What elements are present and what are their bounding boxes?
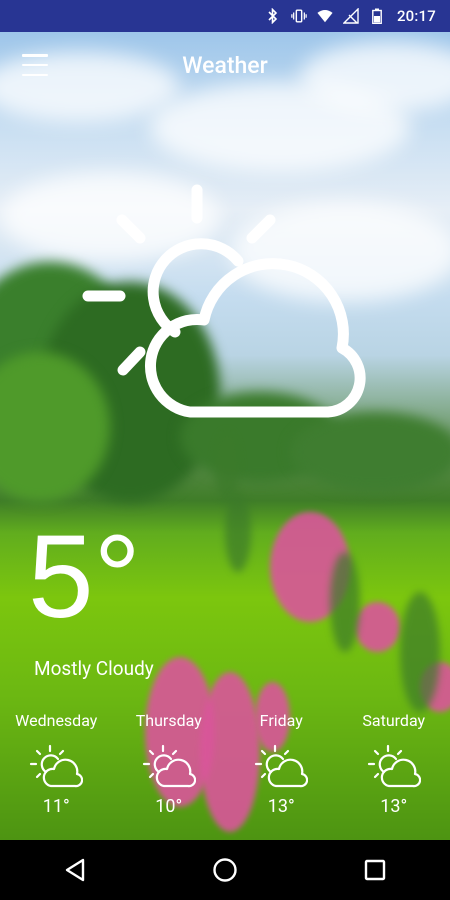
forecast-day: Saturday 13°	[338, 708, 450, 828]
partly-cloudy-icon	[367, 744, 421, 788]
navigation-bar	[0, 840, 450, 900]
partly-cloudy-icon	[82, 184, 366, 418]
wifi-icon	[317, 8, 333, 24]
home-icon[interactable]	[195, 840, 255, 900]
forecast-day-name: Thursday	[135, 711, 202, 730]
partly-cloudy-icon	[142, 744, 196, 788]
no-signal-icon	[342, 8, 359, 24]
current-condition: Mostly Cloudy	[34, 657, 154, 680]
forecast-temperature: 11°	[42, 796, 70, 817]
forecast-day-name: Wednesday	[15, 711, 98, 730]
forecast-temperature: 13°	[267, 796, 295, 817]
forecast-day: Thursday 10°	[113, 708, 226, 828]
current-temperature: 5°	[28, 511, 141, 643]
back-icon[interactable]	[45, 840, 105, 900]
vibrate-icon	[291, 8, 307, 24]
partly-cloudy-icon	[30, 744, 84, 788]
app-title: Weather	[182, 52, 268, 79]
battery-icon	[369, 8, 385, 24]
forecast-day: Friday 13°	[225, 708, 338, 828]
status-time: 20:17	[396, 7, 436, 25]
forecast-day: Wednesday 11°	[0, 708, 113, 828]
forecast-day-name: Saturday	[362, 711, 426, 730]
app-bar: Weather	[0, 32, 450, 102]
bluetooth-icon	[265, 8, 281, 24]
recents-icon[interactable]	[345, 840, 405, 900]
forecast-day-name: Friday	[259, 711, 303, 730]
forecast-temperature: 10°	[155, 796, 183, 817]
forecast-temperature: 13°	[380, 796, 408, 817]
weather-screen: 20:17 Weather 5° Mostly Cloudy Wednesday	[0, 0, 450, 900]
partly-cloudy-icon	[255, 744, 309, 788]
status-bar: 20:17	[0, 0, 450, 32]
forecast-list: Wednesday 11° Thursday 10° Friday 13° Sa…	[0, 708, 450, 828]
